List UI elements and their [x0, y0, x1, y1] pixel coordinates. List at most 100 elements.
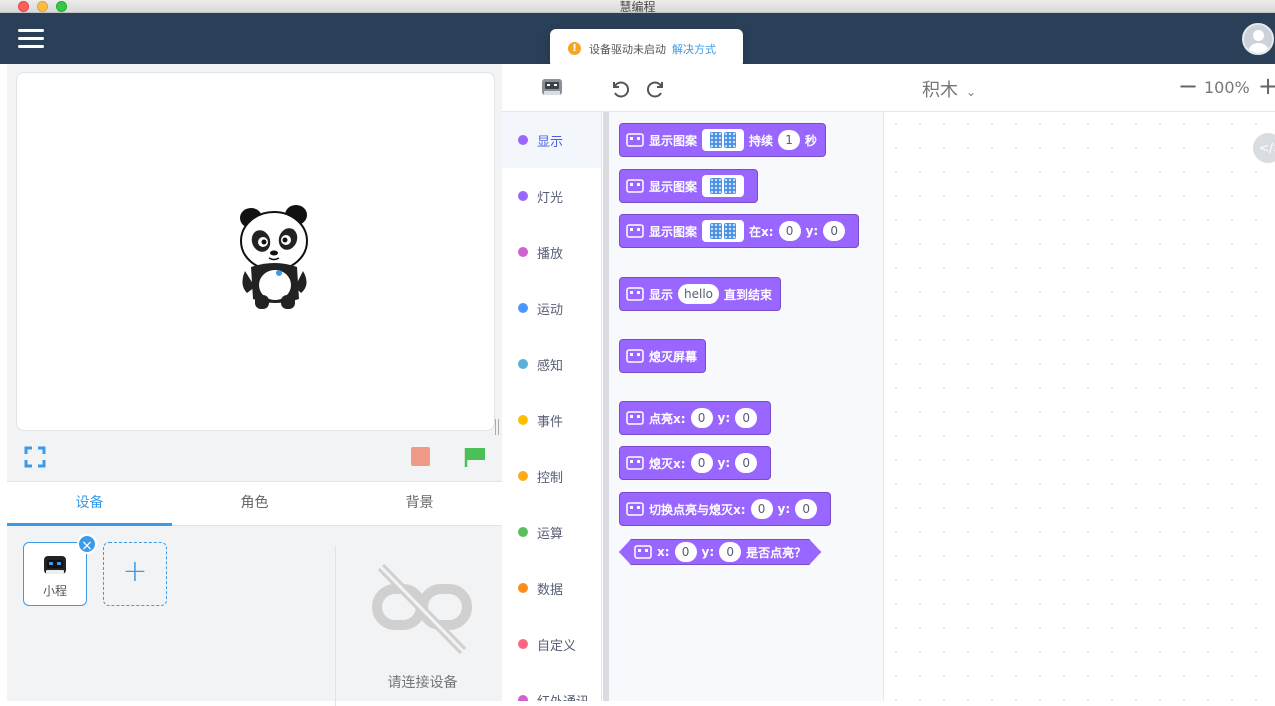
- block-show-pattern[interactable]: 显示图案: [619, 169, 759, 203]
- editor-mode-select[interactable]: 积木 ⌄: [922, 76, 976, 102]
- stage-resize-handle[interactable]: [495, 419, 499, 435]
- script-workspace[interactable]: [884, 112, 1275, 701]
- category-label: 播放: [537, 246, 564, 262]
- category-motion[interactable]: 运动: [502, 280, 601, 336]
- block-palette: 显示图案 持续 1 秒 显示图案 显示图案 在x: 0 y: 0 显示 hell…: [609, 112, 884, 701]
- remove-device-button[interactable]: ×: [77, 534, 97, 554]
- block-text: 持续: [749, 133, 774, 148]
- pattern-picker[interactable]: [702, 175, 745, 197]
- robot-icon[interactable]: [541, 76, 563, 98]
- block-show-pattern-for-seconds[interactable]: 显示图案 持续 1 秒: [619, 123, 827, 157]
- green-flag-icon[interactable]: [463, 446, 487, 468]
- block-text: y:: [717, 456, 731, 470]
- category-label: 感知: [537, 358, 564, 374]
- pattern-picker[interactable]: [702, 220, 745, 242]
- category-sound[interactable]: 播放: [502, 224, 601, 280]
- block-unlight-pixel[interactable]: 熄灭x: 0 y: 0: [619, 446, 772, 480]
- redo-icon[interactable]: [647, 78, 667, 98]
- block-text: 显示图案: [649, 179, 698, 194]
- tab-background[interactable]: 背景: [337, 482, 502, 525]
- tab-device[interactable]: 设备: [7, 482, 172, 526]
- device-card[interactable]: 小程: [23, 542, 87, 606]
- category-display[interactable]: 显示: [502, 112, 601, 168]
- block-show-text-until-done[interactable]: 显示 hello 直到结束: [619, 277, 782, 311]
- category-custom[interactable]: 自定义: [502, 616, 601, 672]
- block-text: 熄灭x:: [649, 456, 686, 471]
- category-events[interactable]: 事件: [502, 392, 601, 448]
- robot-block-icon: [626, 456, 644, 470]
- block-is-pixel-lit[interactable]: x: 0 y: 0 是否点亮？: [619, 539, 821, 565]
- category-operators[interactable]: 运算: [502, 504, 601, 560]
- block-text: x:: [657, 545, 670, 559]
- block-text: y:: [701, 545, 715, 559]
- robot-device-icon: [44, 556, 66, 574]
- category-label: 自定义: [537, 638, 577, 654]
- x-input[interactable]: 0: [675, 542, 697, 562]
- x-input[interactable]: 0: [778, 221, 801, 241]
- warning-icon: !: [568, 42, 581, 55]
- category-dot: [518, 415, 528, 425]
- menu-icon[interactable]: [18, 29, 44, 49]
- x-input[interactable]: 0: [690, 453, 713, 473]
- x-input[interactable]: 0: [690, 408, 713, 428]
- category-sensing[interactable]: 感知: [502, 336, 601, 392]
- robot-block-icon: [626, 287, 644, 301]
- category-dot: [518, 583, 528, 593]
- disconnected-link-icon: [372, 563, 472, 655]
- y-input[interactable]: 0: [735, 453, 758, 473]
- block-toggle-pixel[interactable]: 切换点亮与熄灭x: 0 y: 0: [619, 492, 832, 526]
- block-text: y:: [777, 502, 791, 516]
- robot-block-icon: [626, 349, 644, 363]
- zoom-level: 100%: [1204, 78, 1250, 97]
- pattern-picker[interactable]: [702, 129, 745, 151]
- user-avatar[interactable]: [1242, 23, 1274, 55]
- y-input[interactable]: 0: [735, 408, 758, 428]
- add-device-button[interactable]: +: [103, 542, 167, 606]
- connect-device-hint: 请连接设备: [387, 675, 458, 691]
- category-dot: [518, 247, 528, 257]
- category-label: 事件: [537, 414, 564, 430]
- editor-toolbar: 积木 ⌄ − 100% +: [502, 64, 1275, 112]
- block-show-pattern-at[interactable]: 显示图案 在x: 0 y: 0: [619, 214, 860, 248]
- block-text: 点亮x:: [649, 411, 686, 426]
- robot-block-icon: [626, 224, 644, 238]
- stage-canvas[interactable]: [16, 72, 495, 431]
- block-text: y:: [717, 411, 731, 425]
- y-input[interactable]: 0: [795, 499, 818, 519]
- zoom-out-button[interactable]: −: [1178, 72, 1198, 100]
- category-dot: [518, 471, 528, 481]
- block-light-pixel[interactable]: 点亮x: 0 y: 0: [619, 401, 772, 435]
- category-light[interactable]: 灯光: [502, 168, 601, 224]
- category-label: 控制: [537, 470, 564, 486]
- driver-warning-toast: ! 设备驱动未启动 解决方式: [550, 29, 743, 68]
- undo-icon[interactable]: [609, 78, 629, 98]
- y-input[interactable]: 0: [823, 221, 846, 241]
- y-input[interactable]: 0: [719, 542, 741, 562]
- x-input[interactable]: 0: [750, 499, 773, 519]
- category-dot: [518, 527, 528, 537]
- robot-block-icon: [626, 133, 644, 147]
- category-dot: [518, 303, 528, 313]
- category-control[interactable]: 控制: [502, 448, 601, 504]
- code-view-toggle[interactable]: </>: [1253, 133, 1275, 163]
- chevron-down-icon: ⌄: [966, 85, 977, 99]
- text-input[interactable]: hello: [678, 284, 720, 304]
- category-label: 数据: [537, 582, 564, 598]
- block-text: 秒: [805, 133, 818, 148]
- block-text: 显示: [649, 287, 674, 302]
- duration-input[interactable]: 1: [778, 130, 801, 150]
- category-dot: [518, 639, 528, 649]
- block-clear-screen[interactable]: 熄灭屏幕: [619, 339, 707, 373]
- tab-sprite[interactable]: 角色: [172, 482, 337, 525]
- stage-tabs: 设备 角色 背景: [7, 481, 502, 526]
- zoom-in-button[interactable]: +: [1258, 72, 1275, 100]
- category-data[interactable]: 数据: [502, 560, 601, 616]
- stop-button[interactable]: [411, 447, 430, 466]
- category-dot: [518, 135, 528, 145]
- toast-fix-link[interactable]: 解决方式: [672, 41, 716, 57]
- block-text: 是否点亮？: [746, 545, 807, 560]
- category-infrared[interactable]: 红外通讯: [502, 672, 601, 701]
- fullscreen-icon[interactable]: [24, 446, 46, 468]
- window-titlebar: 慧编程: [0, 0, 1275, 14]
- panda-sprite[interactable]: [231, 203, 321, 313]
